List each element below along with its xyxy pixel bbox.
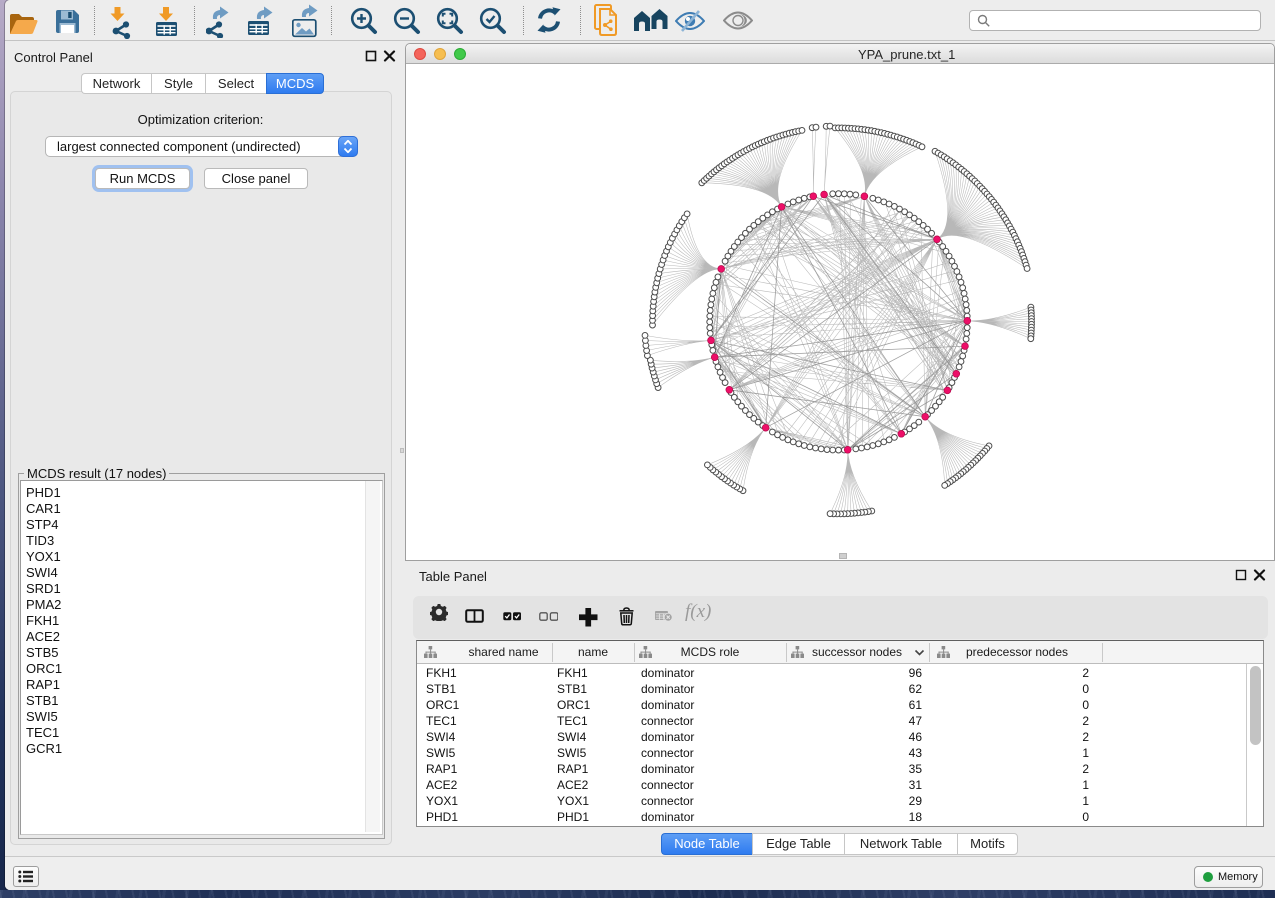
svg-text:f(x): f(x): [685, 602, 711, 622]
